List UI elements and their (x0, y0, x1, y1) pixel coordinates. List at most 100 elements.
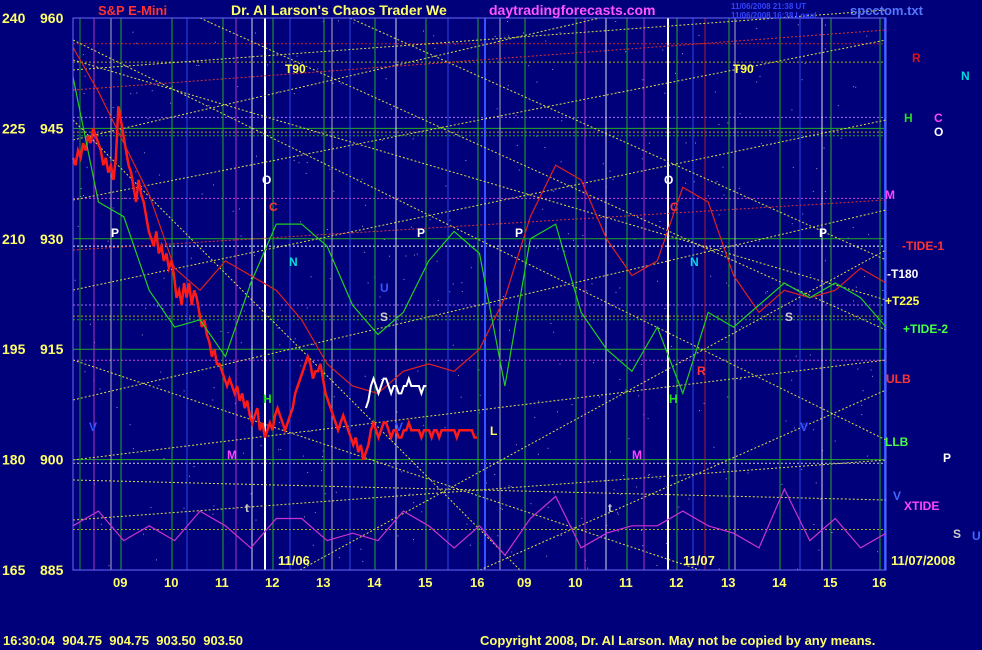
star (444, 427, 446, 429)
star (802, 213, 804, 215)
planet-label: t (245, 501, 249, 515)
star (718, 124, 720, 126)
planet-label: P (515, 226, 523, 240)
star (123, 197, 125, 199)
star (530, 503, 532, 505)
star (107, 240, 109, 242)
star (819, 498, 821, 500)
status-bar: 16:30:04 904.75 904.75 903.50 903.50 (3, 633, 243, 648)
star (183, 390, 185, 392)
star (279, 309, 281, 311)
y-tick-secondary: 195 (2, 341, 26, 357)
star (528, 65, 530, 67)
x-tick-label: 11 (619, 575, 633, 590)
star (214, 41, 216, 43)
star (509, 329, 510, 331)
star (312, 544, 314, 546)
star (213, 184, 214, 186)
star (612, 179, 614, 181)
star (726, 341, 728, 343)
star (255, 519, 257, 521)
star (501, 508, 503, 510)
star (664, 308, 666, 310)
right-label: +T225 (885, 294, 920, 308)
star (727, 396, 729, 398)
star (557, 248, 559, 250)
planet-label: C (269, 200, 278, 214)
star (801, 468, 803, 470)
star (232, 210, 234, 212)
star (824, 260, 826, 262)
star (108, 565, 110, 567)
star (243, 310, 245, 312)
star (227, 332, 229, 334)
right-label: U (972, 529, 981, 543)
star (564, 250, 566, 252)
star (457, 134, 459, 136)
star (853, 86, 854, 88)
planet-label: N (690, 255, 699, 269)
star (815, 482, 817, 484)
star (445, 185, 447, 187)
star (277, 91, 279, 93)
planet-label: C (670, 200, 679, 214)
star (507, 85, 509, 87)
star (89, 323, 91, 325)
star (332, 82, 334, 84)
star (212, 513, 214, 515)
star (193, 466, 195, 468)
star (739, 113, 741, 115)
title-left: S&P E-Mini (98, 3, 167, 18)
star (511, 551, 513, 553)
star (494, 474, 496, 475)
star (260, 445, 262, 447)
star (170, 102, 172, 104)
star (620, 494, 622, 495)
star (144, 152, 146, 154)
star (560, 535, 562, 536)
star (666, 543, 668, 545)
planet-label: M (227, 448, 237, 462)
right-label: V (893, 489, 901, 503)
star (306, 162, 308, 164)
star (379, 296, 381, 298)
star (508, 35, 510, 37)
star (147, 118, 149, 120)
right-label: S (953, 527, 961, 541)
star (307, 471, 309, 473)
star (781, 483, 783, 485)
star (267, 64, 269, 66)
x-tick-label: 11 (215, 575, 229, 590)
star (831, 532, 833, 533)
star (795, 355, 797, 357)
star (169, 317, 171, 319)
star (714, 91, 716, 93)
star (189, 475, 190, 477)
star (813, 429, 815, 431)
star (436, 260, 438, 262)
star (572, 239, 574, 241)
right-label: H (904, 111, 913, 125)
star (726, 282, 728, 284)
y-tick-price: 960 (40, 10, 64, 26)
date-label: 11/07/2008 (891, 553, 955, 568)
star (250, 493, 252, 495)
y-tick-secondary: 240 (2, 10, 26, 26)
y-tick-secondary: 225 (2, 120, 26, 136)
star (340, 83, 342, 85)
star (413, 502, 415, 504)
star (112, 207, 114, 209)
star (423, 30, 424, 32)
timestamp-2: 11/06/2008 16:38 Local (731, 11, 816, 20)
star (367, 282, 369, 284)
star (625, 51, 626, 53)
right-label: -T180 (887, 267, 919, 281)
star (279, 422, 281, 424)
star (507, 21, 508, 22)
right-label: C (934, 111, 943, 125)
star (561, 120, 563, 122)
star (158, 174, 160, 176)
planet-label: M (632, 448, 642, 462)
star (84, 75, 86, 77)
planet-label: S (785, 310, 793, 324)
